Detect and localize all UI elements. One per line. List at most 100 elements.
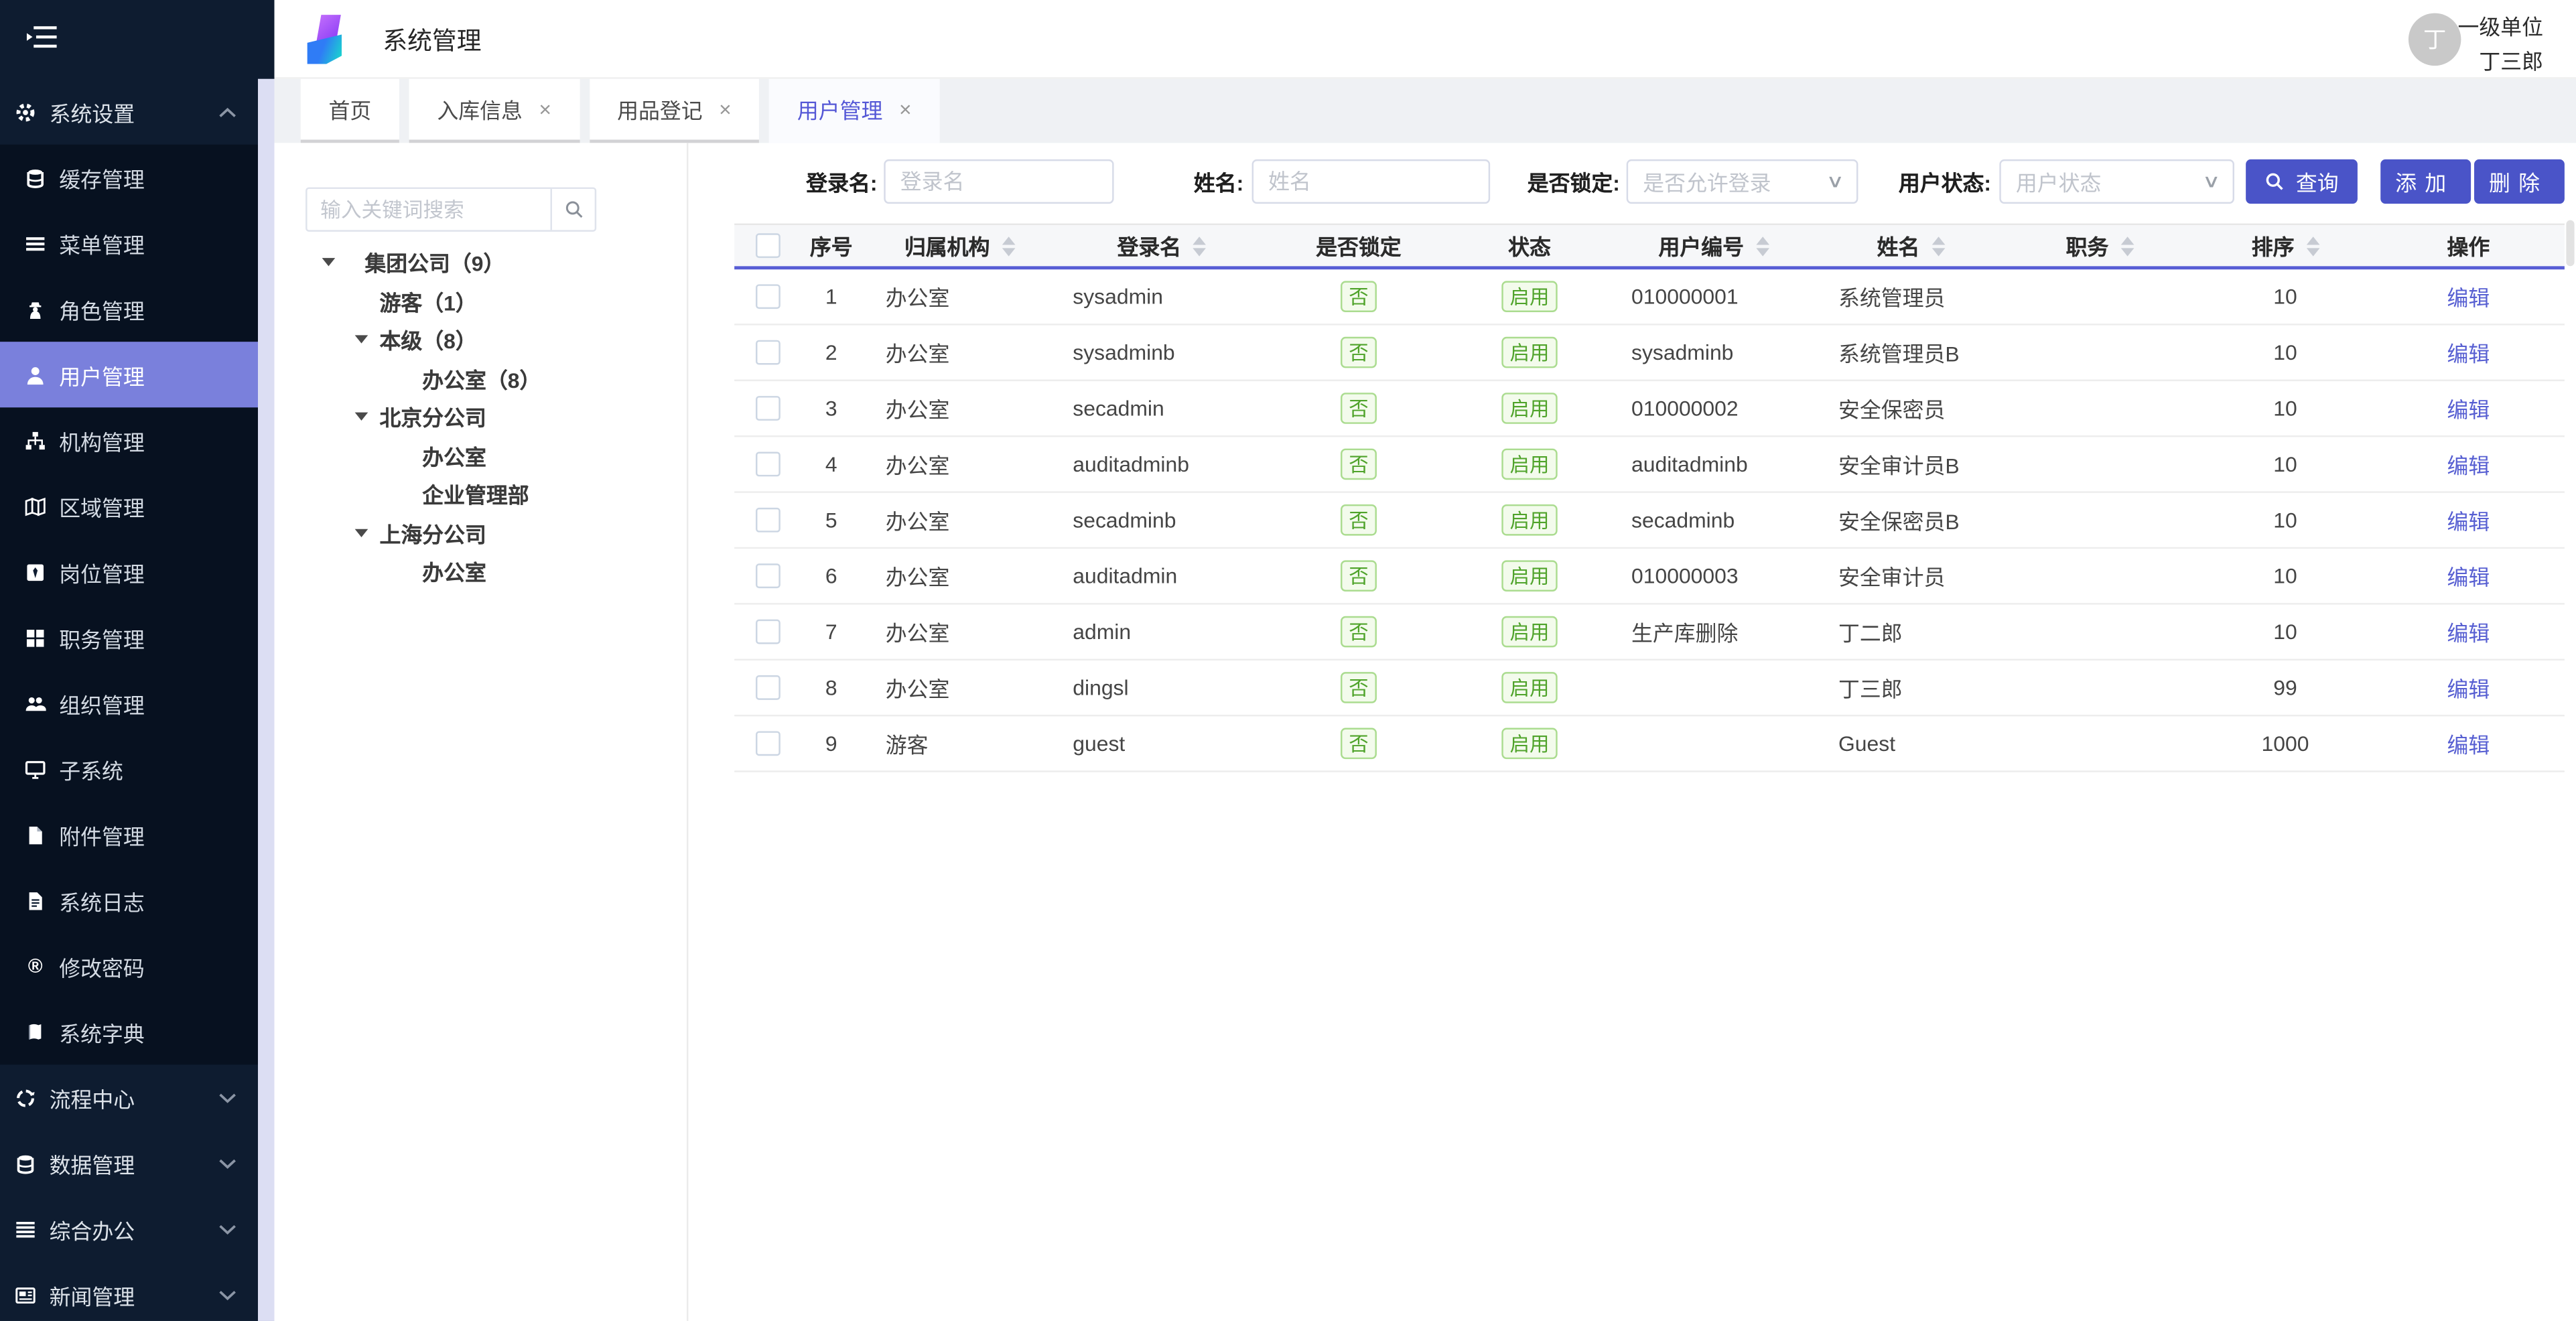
row-checkbox[interactable] — [755, 396, 780, 421]
cell-login: sysadminb — [1057, 326, 1267, 380]
sidebar-group-settings[interactable]: 系统设置 — [0, 79, 258, 145]
sidebar-item-group[interactable]: 组织管理 — [0, 671, 258, 736]
sidebar-item-region[interactable]: 区域管理 — [0, 473, 258, 539]
sort-icon[interactable] — [1002, 236, 1015, 255]
column-header-userno[interactable]: 用户编号 — [1609, 230, 1819, 261]
table-row[interactable]: 2办公室sysadminb否启用sysadminb系统管理员B10编辑 — [734, 326, 2565, 381]
tree-node[interactable]: 办公室 — [275, 436, 685, 475]
edit-link[interactable]: 编辑 — [2447, 393, 2490, 424]
sidebar-item-post[interactable]: 岗位管理 — [0, 539, 258, 604]
sort-icon[interactable] — [2306, 236, 2319, 255]
table-row[interactable]: 3办公室secadmin否启用010000002安全保密员10编辑 — [734, 381, 2565, 437]
tree-node[interactable]: 游客（1） — [275, 282, 685, 321]
table-row[interactable]: 5办公室secadminb否启用secadminb安全保密员B10编辑 — [734, 493, 2565, 549]
sidebar-item-menu[interactable]: 菜单管理 — [0, 210, 258, 276]
sort-icon[interactable] — [1755, 236, 1769, 255]
tab-home[interactable]: 首页 — [301, 79, 399, 143]
top-header: 系统管理 丁 一级单位 丁三郎 — [275, 0, 2576, 79]
tab-users[interactable]: 用户管理× — [769, 79, 939, 143]
sidebar-item-dict[interactable]: 系统字典 — [0, 999, 258, 1064]
table-row[interactable]: 8办公室dingsl否启用丁三郎99编辑 — [734, 660, 2565, 716]
column-header-org[interactable]: 归属机构 — [862, 230, 1056, 261]
row-checkbox[interactable] — [755, 340, 780, 365]
column-header-name[interactable]: 姓名 — [1819, 230, 2003, 261]
sidebar-group-flow[interactable]: 流程中心 — [0, 1064, 258, 1130]
cell-status: 启用 — [1450, 269, 1608, 324]
userno-value: 010000001 — [1631, 284, 1739, 309]
avatar[interactable]: 丁 — [2409, 13, 2461, 66]
column-header-sort[interactable]: 排序 — [2197, 230, 2374, 261]
column-header-duty[interactable]: 职务 — [2003, 230, 2196, 261]
close-icon[interactable]: × — [899, 98, 912, 120]
table-row[interactable]: 6办公室auditadmin否启用010000003安全审计员10编辑 — [734, 549, 2565, 604]
sidebar-item-role[interactable]: 角色管理 — [0, 276, 258, 342]
select-all-checkbox[interactable] — [755, 233, 780, 258]
column-header-checkbox[interactable] — [734, 233, 800, 258]
edit-link[interactable]: 编辑 — [2447, 616, 2490, 648]
tree-search-button[interactable] — [550, 189, 594, 230]
edit-link[interactable]: 编辑 — [2447, 449, 2490, 480]
sidebar-item-attach[interactable]: 附件管理 — [0, 802, 258, 867]
add-button[interactable]: 添加 — [2380, 159, 2471, 204]
close-icon[interactable]: × — [539, 98, 551, 120]
edit-link[interactable]: 编辑 — [2447, 728, 2490, 760]
sidebar-scrollbar[interactable] — [258, 79, 275, 1321]
edit-link[interactable]: 编辑 — [2447, 281, 2490, 312]
sidebar-item-user[interactable]: 用户管理 — [0, 342, 258, 407]
caret-down-icon[interactable] — [355, 413, 368, 421]
table-row[interactable]: 4办公室auditadminb否启用auditadminb安全审计员B10编辑 — [734, 437, 2565, 492]
database-icon — [15, 1153, 36, 1174]
cell-login: auditadminb — [1057, 437, 1267, 491]
content-scrollbar-thumb[interactable] — [2566, 220, 2574, 267]
cell-locked: 否 — [1267, 660, 1451, 715]
sidebar-group-news[interactable]: 新闻管理 — [0, 1262, 258, 1321]
sidebar-item-cache[interactable]: 缓存管理 — [0, 145, 258, 210]
tree-node[interactable]: 办公室（8） — [275, 359, 685, 398]
row-checkbox[interactable] — [755, 620, 780, 644]
row-checkbox[interactable] — [755, 563, 780, 588]
status-filter-select[interactable]: 用户状态 ∨ — [1999, 159, 2234, 204]
locked-badge: 否 — [1341, 337, 1377, 368]
row-checkbox[interactable] — [755, 675, 780, 700]
tree-search-input[interactable] — [308, 189, 551, 230]
table-row[interactable]: 7办公室admin否启用生产库删除丁二郎10编辑 — [734, 605, 2565, 660]
search-button[interactable]: 查询 — [2246, 159, 2358, 204]
row-checkbox[interactable] — [755, 731, 780, 756]
sidebar-item-log[interactable]: 系统日志 — [0, 867, 258, 933]
sidebar-item-org[interactable]: 机构管理 — [0, 407, 258, 473]
edit-link[interactable]: 编辑 — [2447, 560, 2490, 592]
login-filter-input[interactable] — [884, 159, 1113, 204]
sidebar-group-data[interactable]: 数据管理 — [0, 1130, 258, 1196]
edit-link[interactable]: 编辑 — [2447, 337, 2490, 368]
tree-node[interactable]: 北京分公司 — [275, 398, 685, 437]
sidebar-item-duty[interactable]: 职务管理 — [0, 605, 258, 671]
sort-icon[interactable] — [2120, 236, 2134, 255]
sort-icon[interactable] — [1193, 236, 1206, 255]
sidebar-item-subsys[interactable]: 子系统 — [0, 736, 258, 802]
sort-icon[interactable] — [1931, 236, 1945, 255]
row-checkbox[interactable] — [755, 284, 780, 309]
caret-down-icon[interactable] — [322, 258, 336, 266]
delete-button[interactable]: 删除 — [2474, 159, 2565, 204]
tree-node[interactable]: 本级（8） — [275, 320, 685, 359]
tab-supplies[interactable]: 用品登记× — [589, 79, 759, 143]
caret-down-icon[interactable] — [355, 335, 368, 343]
tree-node[interactable]: 集团公司（9） — [275, 243, 685, 282]
tree-node[interactable]: 上海分公司 — [275, 513, 685, 552]
edit-link[interactable]: 编辑 — [2447, 672, 2490, 703]
close-icon[interactable]: × — [719, 98, 732, 120]
caret-down-icon[interactable] — [355, 529, 368, 537]
user-name[interactable]: 丁三郎 — [2479, 44, 2543, 76]
tree-node[interactable]: 企业管理部 — [275, 475, 685, 514]
table-row[interactable]: 1办公室sysadmin否启用010000001系统管理员10编辑 — [734, 269, 2565, 325]
row-checkbox[interactable] — [755, 508, 780, 533]
tab-inbound[interactable]: 入库信息× — [409, 79, 580, 143]
tree-node[interactable]: 办公室 — [275, 552, 685, 591]
edit-link[interactable]: 编辑 — [2447, 504, 2490, 536]
sidebar-item-pwd[interactable]: ®修改密码 — [0, 933, 258, 999]
table-row[interactable]: 9游客guest否启用Guest1000编辑 — [734, 716, 2565, 772]
collapse-menu-icon[interactable] — [26, 25, 58, 50]
sidebar-group-office[interactable]: 综合办公 — [0, 1196, 258, 1262]
column-header-login[interactable]: 登录名 — [1057, 230, 1267, 261]
row-checkbox[interactable] — [755, 451, 780, 476]
